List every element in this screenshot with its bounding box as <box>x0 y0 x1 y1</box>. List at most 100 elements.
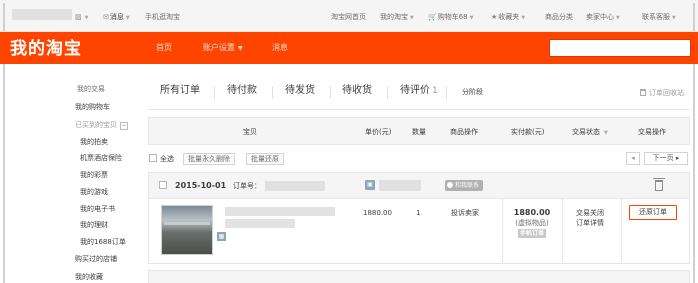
product-title-redacted[interactable] <box>225 219 295 228</box>
next-order-card <box>148 270 690 283</box>
tab-to-review-label: 待评价 <box>400 85 430 96</box>
order-status-label: 交易关闭 <box>576 209 604 217</box>
star-icon: ★ <box>491 13 498 21</box>
sidebar-item-travel[interactable]: 机票酒店保险 <box>80 153 122 163</box>
messages-link[interactable]: ✉消息 ▼ <box>103 12 130 22</box>
nav-home[interactable]: 首页 <box>156 43 172 53</box>
cart-icon: 🛒 <box>428 13 437 21</box>
order-checkbox[interactable] <box>159 181 167 189</box>
nav-account-label: 账户设置 <box>203 43 235 52</box>
complain-seller-link[interactable]: 投诉卖家 <box>451 208 479 218</box>
order-status: 交易关闭 订单详情 <box>576 208 604 228</box>
sidebar-item-1688[interactable]: 我的1688订单 <box>80 237 126 247</box>
restore-order-button[interactable]: 还原订单 <box>629 205 677 220</box>
tab-staged[interactable]: 分阶段 <box>462 87 483 97</box>
order-detail-link[interactable]: 订单详情 <box>576 218 604 228</box>
cart-label: 购物车68 <box>437 13 468 21</box>
batch-restore-button[interactable]: 批量还原 <box>246 153 284 165</box>
my-taobao-label: 我的淘宝 <box>380 13 408 21</box>
sidebar-item-lottery[interactable]: 我的彩票 <box>80 170 108 180</box>
categories-link[interactable]: 商品分类 <box>545 12 573 22</box>
sidebar-item-cart[interactable]: 我的购物车 <box>75 102 110 112</box>
tab-to-review[interactable]: 待评价 1 <box>400 84 438 98</box>
chevron-down-icon: ▼ <box>238 45 243 52</box>
main-content: 我的交易 我的购物车 已买到的宝贝 − 我的拍卖 机票酒店保险 我的彩票 我的游戏… <box>0 64 698 283</box>
product-image[interactable] <box>161 205 213 255</box>
site-nav-bar: ▨ ▼ ✉消息 ▼ 手机逛淘宝 淘宝网首页 我的淘宝 ▼ 🛒购物车68 ▼ ★收藏夹 ▼ … <box>0 0 698 32</box>
tab-divider <box>446 86 447 99</box>
nav-messages[interactable]: 消息 <box>272 43 288 53</box>
favorites-link[interactable]: ★收藏夹 ▼ <box>491 12 525 22</box>
col-item-ops: 商品操作 <box>450 128 478 136</box>
sidebar-item-bought[interactable]: 已买到的宝贝 − <box>75 120 128 130</box>
review-count-badge: 1 <box>432 86 438 96</box>
order-item-row: ▦ 1880.00 1 投诉卖家 1880.00 (虚拟物品) 手机订单 交易关… <box>149 199 689 263</box>
product-title-redacted[interactable] <box>225 207 335 216</box>
select-all-label: 全选 <box>160 155 174 163</box>
recycle-bin-link[interactable]: 订单回收站 <box>640 88 684 98</box>
collapse-icon[interactable]: − <box>120 122 128 130</box>
seller-center-link[interactable]: 卖家中心 ▼ <box>586 12 620 22</box>
next-page-button[interactable]: 下一页 ▸ <box>644 152 688 165</box>
shop-name-redacted[interactable] <box>379 180 421 191</box>
wangwang-icon <box>447 181 453 188</box>
batch-actions-bar: 全选 批量永久删除 批量还原 ◂ 下一页 ▸ <box>148 151 690 167</box>
order-card: 2015-10-01 订单号： ▣ 和我联系 ▦ 1880.00 1 投诉卖家 … <box>148 172 690 264</box>
order-tabs: 所有订单 待付款 待发货 待收货 待评价 1 分阶段 订单回收站 <box>148 76 690 110</box>
contact-seller-label: 和我联系 <box>455 182 480 189</box>
sidebar-item-games[interactable]: 我的游戏 <box>80 187 108 197</box>
home-label: 淘宝网首页 <box>331 13 366 21</box>
shop-icon: ▣ <box>365 180 375 190</box>
page-header: 我的淘宝 首页 账户设置 ▼ 消息 <box>0 32 698 64</box>
sidebar-item-shops[interactable]: 购买过的店铺 <box>75 254 117 264</box>
sidebar-item-collections[interactable]: 我的收藏 <box>75 272 103 282</box>
tab-divider <box>330 86 331 99</box>
contact-label: 联系客服 <box>642 13 670 21</box>
prev-page-button[interactable]: ◂ <box>626 152 640 165</box>
col-item: 宝贝 <box>243 128 257 136</box>
col-status[interactable]: 交易状态 ▼ <box>572 127 608 138</box>
tab-divider <box>272 86 273 99</box>
tab-divider <box>214 86 215 99</box>
order-header: 2015-10-01 订单号： ▣ 和我联系 <box>149 173 689 199</box>
window-frame-right <box>693 3 695 31</box>
tab-to-receive[interactable]: 待收货 <box>342 84 372 98</box>
col-paid: 实付款(元) <box>511 128 545 136</box>
nav-messages-label: 消息 <box>272 43 288 52</box>
tab-all-orders[interactable]: 所有订单 <box>160 84 200 98</box>
favorites-label: 收藏夹 <box>498 13 520 21</box>
mobile-taobao-link[interactable]: 手机逛淘宝 <box>145 12 180 22</box>
col-status-label: 交易状态 <box>572 128 600 136</box>
messages-label: 消息 <box>109 13 124 21</box>
my-taobao-link[interactable]: 我的淘宝 ▼ <box>380 12 414 22</box>
col-quantity: 数量 <box>412 128 426 136</box>
username-redacted[interactable] <box>12 9 72 20</box>
sidebar-item-auction[interactable]: 我的拍卖 <box>80 137 108 147</box>
sidebar-item-bought-label: 已买到的宝贝 <box>75 121 117 129</box>
sidebar-item-ebooks[interactable]: 我的电子书 <box>80 204 115 214</box>
recycle-label: 订单回收站 <box>649 89 684 97</box>
contact-link[interactable]: 联系客服 ▼ <box>642 12 676 22</box>
logo[interactable]: 我的淘宝 <box>10 39 82 59</box>
tab-divider <box>387 86 388 99</box>
select-all-checkbox[interactable] <box>149 154 157 162</box>
nav-account-settings[interactable]: 账户设置 ▼ <box>203 43 243 54</box>
trash-icon <box>640 89 646 96</box>
quantity: 1 <box>416 209 421 217</box>
cell-divider <box>502 199 503 263</box>
window-frame-right <box>693 64 695 283</box>
user-level-icon: ▨ ▼ <box>75 13 89 21</box>
chevron-down-icon: ▼ <box>604 130 608 136</box>
search-input[interactable] <box>549 39 691 57</box>
home-link[interactable]: 淘宝网首页 <box>331 12 366 22</box>
cart-link[interactable]: 🛒购物车68 ▼ <box>428 12 474 22</box>
order-date: 2015-10-01 <box>175 181 227 190</box>
batch-delete-forever-button[interactable]: 批量永久删除 <box>183 153 235 165</box>
mail-icon: ✉ <box>103 13 109 21</box>
snapshot-icon[interactable]: ▦ <box>217 232 226 241</box>
contact-seller-button[interactable]: 和我联系 <box>445 180 484 191</box>
delete-order-icon[interactable] <box>653 178 665 191</box>
tab-to-pay[interactable]: 待付款 <box>227 84 257 98</box>
tab-to-ship[interactable]: 待发货 <box>285 84 315 98</box>
sidebar-item-finance[interactable]: 我的理财 <box>80 220 108 230</box>
